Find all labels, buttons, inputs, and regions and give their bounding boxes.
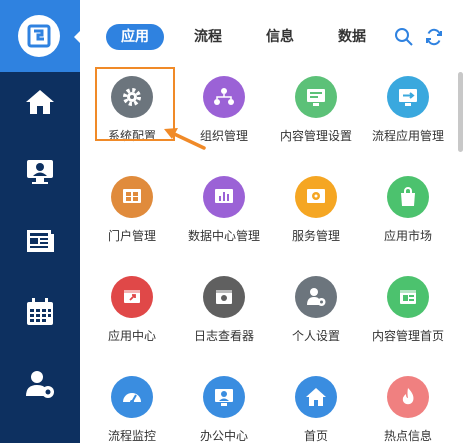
calendar-icon[interactable] [24, 296, 56, 328]
app-center-icon [111, 276, 153, 318]
app-label: 门户管理 [107, 229, 156, 243]
service-icon [295, 176, 337, 218]
office-icon [203, 376, 245, 418]
app-center[interactable]: 应用中心 [84, 272, 180, 352]
user-monitor-icon[interactable] [24, 156, 56, 188]
app-label: 内容管理首页 [371, 329, 444, 343]
chart-icon [203, 176, 245, 218]
search-icon[interactable] [394, 27, 414, 47]
gauge-icon [111, 376, 153, 418]
app-content-home[interactable]: 内容管理首页 [360, 272, 456, 352]
app-data-center[interactable]: 数据中心管理 [176, 172, 272, 252]
tab-workflow[interactable]: 流程 [184, 24, 232, 50]
home-icon[interactable] [24, 86, 56, 118]
tab-data[interactable]: 数据 [328, 24, 376, 50]
tab-info[interactable]: 信息 [256, 24, 304, 50]
annotation-arrow-icon [164, 128, 206, 150]
app-label: 日志查看器 [193, 329, 254, 343]
app-label: 流程应用管理 [371, 129, 444, 143]
app-home[interactable]: 首页 [268, 372, 364, 443]
sidebar-logo-item[interactable] [0, 0, 81, 72]
app-label: 应用中心 [107, 329, 156, 343]
refresh-icon[interactable] [424, 27, 444, 47]
shopping-bag-icon [387, 176, 429, 218]
home-icon [295, 376, 337, 418]
app-label: 内容管理设置 [279, 129, 352, 143]
app-log-viewer[interactable]: 日志查看器 [176, 272, 272, 352]
app-label: 办公中心 [199, 429, 248, 443]
app-workflow-monitor[interactable]: 流程监控 [84, 372, 180, 443]
app-label: 首页 [303, 429, 328, 443]
app-personal-settings[interactable]: 个人设置 [268, 272, 364, 352]
app-label: 热点信息 [383, 429, 432, 443]
top-tab-bar: 应用 流程 信息 数据 [80, 0, 463, 72]
app-portal-management[interactable]: 门户管理 [84, 172, 180, 252]
tab-apps[interactable]: 应用 [106, 24, 164, 50]
app-label: 服务管理 [291, 229, 340, 243]
app-service-management[interactable]: 服务管理 [268, 172, 364, 252]
portal-icon [111, 176, 153, 218]
content-home-icon [387, 276, 429, 318]
app-hot-news[interactable]: 热点信息 [360, 372, 456, 443]
app-market[interactable]: 应用市场 [360, 172, 456, 252]
app-label: 流程监控 [107, 429, 156, 443]
app-label: 个人设置 [291, 329, 340, 343]
app-office-center[interactable]: 办公中心 [176, 372, 272, 443]
workflow-icon [387, 76, 429, 118]
scrollbar[interactable] [458, 72, 463, 152]
app-workflow-management[interactable]: 流程应用管理 [360, 72, 456, 152]
app-label: 应用市场 [383, 229, 432, 243]
log-viewer-icon [203, 276, 245, 318]
news-icon[interactable] [24, 225, 56, 257]
user-gear-icon [295, 276, 337, 318]
logo-icon [18, 15, 60, 57]
sidebar [0, 0, 81, 443]
app-content-settings[interactable]: 内容管理设置 [268, 72, 364, 152]
app-label: 数据中心管理 [187, 229, 260, 243]
org-chart-icon [203, 76, 245, 118]
flame-icon [387, 376, 429, 418]
content-settings-icon [295, 76, 337, 118]
user-settings-icon[interactable] [24, 368, 56, 400]
